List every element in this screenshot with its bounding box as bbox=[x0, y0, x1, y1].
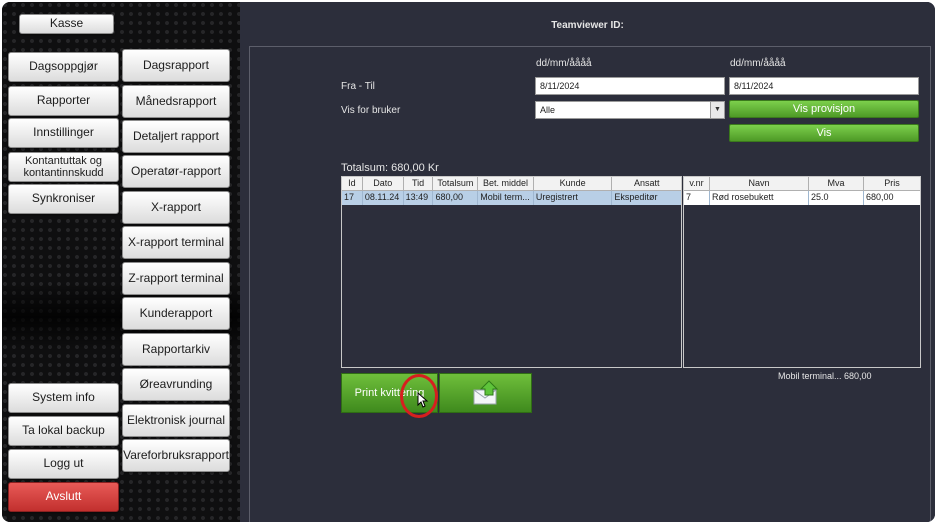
cell-pris: 680,00 bbox=[866, 192, 894, 202]
sales-table-header: Id Dato Tid Totalsum Bet. middel Kunde A… bbox=[342, 177, 681, 191]
col-id[interactable]: Id bbox=[342, 177, 363, 191]
kunderapport-button[interactable]: Kunderapport bbox=[122, 297, 230, 330]
date-format-from: dd/mm/åååå bbox=[536, 58, 592, 69]
operator-rapport-button[interactable]: Operatør-rapport bbox=[122, 155, 230, 188]
kontantuttak-button[interactable]: Kontantuttak og kontantinnskudd bbox=[8, 152, 119, 182]
logg-ut-button[interactable]: Logg ut bbox=[8, 449, 119, 479]
report-panel: dd/mm/åååå dd/mm/åååå Fra - Til 8/11/202… bbox=[249, 46, 931, 522]
items-table-header: v.nr Navn Mva Pris bbox=[684, 177, 920, 191]
dagsrapport-button[interactable]: Dagsrapport bbox=[122, 49, 230, 82]
col-navn[interactable]: Navn bbox=[710, 177, 809, 191]
oreavrunding-button[interactable]: Øreavrunding bbox=[122, 368, 230, 401]
cell-totalsum: 680,00 bbox=[433, 191, 479, 205]
kasse-button[interactable]: Kasse bbox=[19, 14, 114, 34]
cell-dato: 08.11.24 bbox=[363, 191, 404, 205]
from-date-field[interactable]: 8/11/2024 bbox=[535, 77, 725, 95]
cell-vnr: 7 bbox=[684, 191, 710, 205]
col-totalsum[interactable]: Totalsum bbox=[433, 177, 479, 191]
to-date-field[interactable]: 8/11/2024 bbox=[729, 77, 919, 95]
col-kunde[interactable]: Kunde bbox=[533, 177, 613, 191]
chevron-down-icon[interactable]: ▼ bbox=[710, 102, 724, 118]
synkroniser-button[interactable]: Synkroniser bbox=[8, 184, 119, 214]
payment-summary: Mobil terminal... 680,00 bbox=[778, 371, 872, 381]
detaljert-rapport-button[interactable]: Detaljert rapport bbox=[122, 120, 230, 153]
x-rapport-button[interactable]: X-rapport bbox=[122, 191, 230, 224]
vis-button[interactable]: Vis bbox=[729, 124, 919, 142]
col-mva[interactable]: Mva bbox=[809, 177, 864, 191]
cell-ansatt: Ekspeditør bbox=[614, 192, 658, 202]
fra-til-label: Fra - Til bbox=[341, 81, 375, 92]
x-rapport-terminal-button[interactable]: X-rapport terminal bbox=[122, 226, 230, 259]
lokal-backup-button[interactable]: Ta lokal backup bbox=[8, 416, 119, 446]
vis-provisjon-button[interactable]: Vis provisjon bbox=[729, 100, 919, 118]
table-row[interactable]: 17 08.11.24 13:49 680,00 Mobil term... U… bbox=[342, 191, 681, 205]
avslutt-button[interactable]: Avslutt bbox=[8, 482, 119, 512]
cell-tid: 13:49 bbox=[404, 191, 434, 205]
col-dato[interactable]: Dato bbox=[362, 177, 404, 191]
cell-id: 17 bbox=[342, 191, 363, 205]
table-row[interactable]: 7 Rød rosebukett 25.0 680,00 bbox=[684, 191, 920, 205]
main-area: Teamviewer ID: dd/mm/åååå dd/mm/åååå Fra… bbox=[240, 2, 935, 522]
manedsrapport-button[interactable]: Månedsrapport bbox=[122, 85, 230, 118]
col-bet-middel[interactable]: Bet. middel bbox=[478, 177, 534, 191]
col-vnr[interactable]: v.nr bbox=[684, 177, 710, 191]
email-upload-icon bbox=[473, 380, 498, 405]
sales-table[interactable]: Id Dato Tid Totalsum Bet. middel Kunde A… bbox=[341, 176, 682, 368]
items-table[interactable]: v.nr Navn Mva Pris 7 Rød rosebukett 25.0… bbox=[683, 176, 921, 368]
cell-kunde: Uregistrert bbox=[534, 191, 613, 205]
bruker-select[interactable]: Alle ▼ bbox=[535, 101, 725, 119]
rapportarkiv-button[interactable]: Rapportarkiv bbox=[122, 333, 230, 366]
date-format-to: dd/mm/åååå bbox=[730, 58, 786, 69]
innstillinger-button[interactable]: Innstillinger bbox=[8, 118, 119, 148]
dagsoppgjor-button[interactable]: Dagsoppgjør bbox=[8, 52, 119, 82]
totalsum-label: Totalsum: 680,00 Kr bbox=[341, 162, 439, 174]
email-receipt-button[interactable] bbox=[439, 373, 532, 413]
vis-for-bruker-label: Vis for bruker bbox=[341, 105, 401, 116]
cell-mva: 25.0 bbox=[809, 191, 864, 205]
cell-navn: Rød rosebukett bbox=[710, 191, 809, 205]
col-ansatt[interactable]: Ansatt bbox=[612, 177, 681, 191]
cell-bet-middel: Mobil term... bbox=[478, 191, 534, 205]
system-info-button[interactable]: System info bbox=[8, 383, 119, 413]
rapporter-button[interactable]: Rapporter bbox=[8, 86, 119, 116]
z-rapport-terminal-button[interactable]: Z-rapport terminal bbox=[122, 262, 230, 295]
app-window: Kasse Dagsoppgjør Rapporter Innstillinge… bbox=[2, 2, 935, 522]
bruker-select-value: Alle bbox=[540, 105, 556, 115]
col-pris[interactable]: Pris bbox=[864, 177, 920, 191]
teamviewer-id: Teamviewer ID: bbox=[551, 20, 624, 31]
vareforbruksrapport-button[interactable]: Vareforbruksrapport bbox=[122, 439, 230, 472]
elektronisk-journal-button[interactable]: Elektronisk journal bbox=[122, 404, 230, 437]
mouse-cursor-icon bbox=[417, 392, 429, 408]
col-tid[interactable]: Tid bbox=[403, 177, 434, 191]
sidebar: Kasse Dagsoppgjør Rapporter Innstillinge… bbox=[2, 2, 240, 522]
